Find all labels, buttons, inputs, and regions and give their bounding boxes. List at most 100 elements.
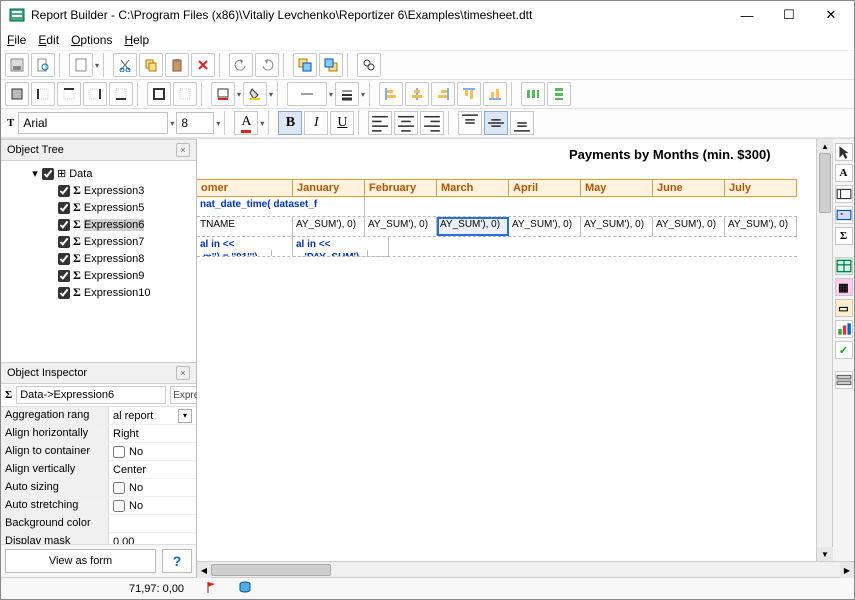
align-top-obj-icon[interactable] bbox=[457, 82, 481, 106]
toolbar-main: ▾ bbox=[1, 51, 854, 80]
send-back-icon[interactable] bbox=[319, 53, 343, 77]
find-icon[interactable] bbox=[357, 53, 381, 77]
property-row[interactable]: Align horizontallyRight bbox=[1, 425, 196, 443]
help-button[interactable]: ? bbox=[162, 549, 192, 573]
inspector-path-input[interactable] bbox=[16, 386, 166, 404]
tree-item[interactable]: ΣExpression3 bbox=[3, 182, 194, 199]
distribute-v-icon[interactable] bbox=[547, 82, 571, 106]
paste-icon[interactable] bbox=[165, 53, 189, 77]
font-color-icon[interactable]: A bbox=[234, 111, 258, 135]
property-row[interactable]: Aggregation rangal report▾ bbox=[1, 407, 196, 425]
tree-item[interactable]: ΣExpression8 bbox=[3, 250, 194, 267]
property-row[interactable]: Auto stretchingNo bbox=[1, 497, 196, 515]
property-row[interactable]: Align verticallyCenter bbox=[1, 461, 196, 479]
object-inspector-close-icon[interactable]: × bbox=[176, 366, 190, 380]
page-setup-icon[interactable] bbox=[69, 53, 93, 77]
border-right-icon[interactable] bbox=[83, 82, 107, 106]
report-header-row: omerJanuaryFebruaryMarchAprilMayJuneJuly bbox=[197, 179, 797, 197]
bring-front-icon[interactable] bbox=[293, 53, 317, 77]
property-row[interactable]: Align to containerNo bbox=[1, 443, 196, 461]
valign-middle-icon[interactable] bbox=[484, 111, 508, 135]
border-top-icon[interactable] bbox=[57, 82, 81, 106]
redo-icon[interactable] bbox=[255, 53, 279, 77]
line-style-icon[interactable] bbox=[287, 82, 327, 106]
cut-icon[interactable] bbox=[113, 53, 137, 77]
preview-icon[interactable] bbox=[31, 53, 55, 77]
report-row[interactable]: al in <<m'') = ''01''')m'') = ''02''')m'… bbox=[197, 237, 797, 257]
align-center-obj-icon[interactable] bbox=[405, 82, 429, 106]
fill-color-icon[interactable] bbox=[243, 82, 267, 106]
border-outer-icon[interactable] bbox=[147, 82, 171, 106]
border-all-icon[interactable] bbox=[5, 82, 29, 106]
object-inspector-title: Object Inspector bbox=[7, 367, 87, 379]
border-left-icon[interactable] bbox=[31, 82, 55, 106]
align-bottom-obj-icon[interactable] bbox=[483, 82, 507, 106]
valign-top-icon[interactable] bbox=[458, 111, 482, 135]
align-left-obj-icon[interactable] bbox=[379, 82, 403, 106]
property-row[interactable]: Display mask0.00 bbox=[1, 533, 196, 544]
menubar: File Edit Options Help bbox=[1, 29, 854, 51]
chart-tool-icon[interactable] bbox=[835, 320, 853, 338]
align-right-obj-icon[interactable] bbox=[431, 82, 455, 106]
report-title: Payments by Months (min. $300) bbox=[569, 147, 771, 162]
underline-button[interactable]: U bbox=[330, 111, 354, 135]
statusbar: 71,97: 0,00 bbox=[1, 577, 854, 599]
border-bottom-icon[interactable] bbox=[109, 82, 133, 106]
report-row[interactable]: al in <<, 'PAY_SUM') bbox=[293, 237, 389, 257]
report-row[interactable]: nat_date_time( dataset_f bbox=[197, 197, 797, 217]
band-tool-icon[interactable] bbox=[835, 371, 853, 389]
align-left-icon[interactable] bbox=[368, 111, 392, 135]
right-toolbox: A Σ ▦ ▭ ✓ bbox=[832, 139, 854, 561]
horizontal-scrollbar[interactable]: ◀▶ bbox=[197, 561, 854, 577]
dropdown-icon[interactable]: ▾ bbox=[178, 409, 192, 423]
report-canvas[interactable]: Payments by Months (min. $300) omerJanua… bbox=[197, 139, 816, 561]
pointer-tool-icon[interactable] bbox=[835, 143, 853, 161]
object-tree-close-icon[interactable]: × bbox=[176, 143, 190, 157]
grid-tool-icon[interactable]: ▦ bbox=[835, 278, 853, 296]
line-width-icon[interactable] bbox=[335, 82, 359, 106]
tree-item[interactable]: ΣExpression10 bbox=[3, 284, 194, 301]
italic-button[interactable]: I bbox=[304, 111, 328, 135]
align-center-icon[interactable] bbox=[394, 111, 418, 135]
valign-bottom-icon[interactable] bbox=[510, 111, 534, 135]
text-tool-icon[interactable]: A bbox=[835, 164, 853, 182]
tree-item[interactable]: ΣExpression5 bbox=[3, 199, 194, 216]
property-row[interactable]: Background color bbox=[1, 515, 196, 533]
object-tree[interactable]: ▾⊞DataΣExpression3ΣExpression5ΣExpressio… bbox=[1, 161, 196, 362]
menu-file[interactable]: File bbox=[7, 33, 26, 47]
maximize-button[interactable]: ☐ bbox=[768, 2, 810, 28]
align-right-icon[interactable] bbox=[420, 111, 444, 135]
check-tool-icon[interactable]: ✓ bbox=[835, 341, 853, 359]
menu-edit[interactable]: Edit bbox=[38, 33, 59, 47]
frame-color-icon[interactable] bbox=[211, 82, 235, 106]
view-as-form-button[interactable]: View as form bbox=[5, 549, 156, 573]
close-button[interactable]: ✕ bbox=[810, 2, 852, 28]
status-db-icon bbox=[238, 580, 252, 597]
image-tool-icon[interactable] bbox=[835, 206, 853, 224]
distribute-h-icon[interactable] bbox=[521, 82, 545, 106]
shape-tool-icon[interactable]: ▭ bbox=[835, 299, 853, 317]
font-size-combo[interactable] bbox=[176, 112, 214, 134]
save-icon[interactable] bbox=[5, 53, 29, 77]
bold-button[interactable]: B bbox=[278, 111, 302, 135]
expression-tool-icon[interactable]: Σ bbox=[835, 227, 853, 245]
tree-root-label[interactable]: Data bbox=[69, 168, 92, 180]
vertical-scrollbar[interactable]: ▲▼ bbox=[816, 139, 832, 561]
table-tool-icon[interactable] bbox=[835, 257, 853, 275]
font-name-combo[interactable] bbox=[18, 112, 168, 134]
border-none-icon[interactable] bbox=[173, 82, 197, 106]
tree-item[interactable]: ΣExpression7 bbox=[3, 233, 194, 250]
undo-icon[interactable] bbox=[229, 53, 253, 77]
tree-item[interactable]: ΣExpression9 bbox=[3, 267, 194, 284]
property-grid[interactable]: Aggregation rangal report▾Align horizont… bbox=[1, 407, 196, 544]
inspector-selector: Σ Expressi▾ bbox=[1, 384, 196, 407]
tree-item[interactable]: ΣExpression6 bbox=[3, 216, 194, 233]
menu-options[interactable]: Options bbox=[71, 33, 112, 47]
copy-icon[interactable] bbox=[139, 53, 163, 77]
data-field-tool-icon[interactable] bbox=[835, 185, 853, 203]
menu-help[interactable]: Help bbox=[124, 33, 149, 47]
report-row[interactable]: TNAMEAY_SUM'), 0)AY_SUM'), 0)AY_SUM'), 0… bbox=[197, 217, 797, 237]
delete-icon[interactable] bbox=[191, 53, 215, 77]
minimize-button[interactable]: — bbox=[726, 2, 768, 28]
property-row[interactable]: Auto sizingNo bbox=[1, 479, 196, 497]
